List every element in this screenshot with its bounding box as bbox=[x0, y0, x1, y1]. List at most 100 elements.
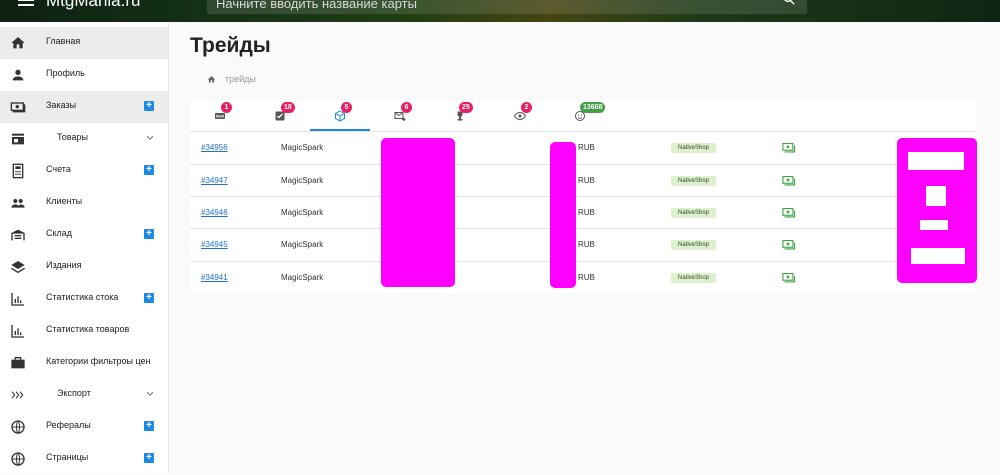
add-order-button[interactable]: + bbox=[144, 101, 154, 111]
tab-new[interactable]: NEW 1 bbox=[190, 100, 250, 131]
sidebar-item-orders[interactable]: Заказы + bbox=[0, 91, 168, 123]
sidebar-item-label: Экспорт bbox=[57, 388, 91, 398]
sidebar-item-product-stats[interactable]: Статистика товаров bbox=[0, 315, 168, 347]
sidebar: Главная Профиль Заказы + Товары Счета + … bbox=[0, 22, 169, 473]
sidebar-item-warehouse[interactable]: Склад + bbox=[0, 219, 168, 251]
redaction-block bbox=[550, 142, 576, 288]
brand-title[interactable]: MtgMania.ru bbox=[46, 0, 140, 11]
people-icon bbox=[11, 199, 25, 208]
chart-icon bbox=[11, 293, 24, 306]
sidebar-item-clients[interactable]: Клиенты bbox=[0, 187, 168, 219]
menu-icon[interactable] bbox=[18, 0, 34, 8]
currency: RUB bbox=[578, 208, 595, 217]
sidebar-item-label: Рефералы bbox=[46, 420, 91, 430]
chevron-down-icon[interactable] bbox=[145, 389, 155, 399]
search-icon[interactable] bbox=[782, 0, 796, 6]
sidebar-item-label: Склад bbox=[46, 228, 73, 238]
sidebar-item-pages[interactable]: Страницы + bbox=[0, 443, 168, 475]
sidebar-item-label: Статистика стока bbox=[46, 292, 119, 302]
shop-badge: NativeShop bbox=[671, 143, 717, 153]
sidebar-item-home[interactable]: Главная bbox=[0, 27, 168, 59]
globe-icon bbox=[11, 420, 25, 434]
tab-badge: 5 bbox=[341, 102, 352, 113]
redaction-gap bbox=[920, 220, 948, 230]
warehouse-icon bbox=[11, 229, 25, 241]
sidebar-item-label: Страницы bbox=[46, 452, 89, 462]
currency: RUB bbox=[578, 176, 595, 185]
money-icon bbox=[10, 102, 26, 113]
client-name: MagicSpark bbox=[281, 208, 324, 217]
tab-trophy[interactable]: 25 bbox=[430, 100, 490, 131]
tab-checked[interactable]: 18 bbox=[250, 100, 310, 131]
sidebar-item-profile[interactable]: Профиль bbox=[0, 59, 168, 91]
add-warehouse-button[interactable]: + bbox=[144, 229, 154, 239]
sidebar-item-invoices[interactable]: Счета + bbox=[0, 155, 168, 187]
add-referral-button[interactable]: + bbox=[144, 421, 154, 431]
table-row: #34956 MagicSpark RUB NativeShop bbox=[190, 131, 976, 164]
tab-completed[interactable]: 13668 bbox=[550, 100, 610, 131]
chevron-down-icon[interactable] bbox=[145, 133, 155, 143]
table-row: #34947 MagicSpark RUB NativeShop bbox=[190, 164, 976, 197]
sidebar-item-price-filter-categories[interactable]: Категории фильтроы цен bbox=[0, 347, 168, 379]
tab-badge: 1 bbox=[221, 102, 232, 113]
add-page-button[interactable]: + bbox=[144, 453, 154, 463]
sidebar-item-label: Клиенты bbox=[46, 196, 83, 206]
trade-id-link[interactable]: #34945 bbox=[201, 240, 228, 249]
store-icon bbox=[12, 133, 24, 145]
chart-icon bbox=[11, 325, 24, 338]
home-icon[interactable] bbox=[207, 75, 216, 84]
client-name: MagicSpark bbox=[281, 176, 324, 185]
search-bar[interactable] bbox=[207, 0, 807, 14]
client-name: MagicSpark bbox=[281, 240, 324, 249]
breadcrumb-current: трейды bbox=[225, 74, 256, 84]
home-icon bbox=[11, 37, 25, 49]
currency: RUB bbox=[578, 143, 595, 152]
add-invoice-button[interactable]: + bbox=[144, 165, 154, 175]
sidebar-item-label: Статистика товаров bbox=[46, 324, 130, 334]
trade-id-link[interactable]: #34947 bbox=[201, 176, 228, 185]
shop-badge: NativeShop bbox=[671, 273, 717, 283]
money-icon[interactable] bbox=[782, 273, 796, 283]
tab-viewed[interactable]: 2 bbox=[490, 100, 550, 131]
tab-badge: 18 bbox=[281, 102, 295, 113]
money-icon[interactable] bbox=[782, 240, 796, 250]
sidebar-item-label: Счета bbox=[46, 164, 71, 174]
redaction-block bbox=[381, 138, 455, 287]
sidebar-item-editions[interactable]: Издания bbox=[0, 251, 168, 283]
trade-id-link[interactable]: #34941 bbox=[201, 273, 228, 282]
top-app-bar: MtgMania.ru bbox=[0, 0, 1000, 22]
globe-icon bbox=[11, 452, 25, 466]
table-row: #34946 MagicSpark RUB NativeShop bbox=[190, 196, 976, 229]
sidebar-item-label: Заказы bbox=[46, 100, 77, 110]
sidebar-item-products[interactable]: Товары bbox=[0, 123, 168, 155]
sidebar-item-label: Категории фильтроы цен bbox=[46, 356, 151, 366]
sidebar-item-referrals[interactable]: Рефералы + bbox=[0, 411, 168, 443]
layers-icon bbox=[10, 261, 26, 274]
tab-packages[interactable]: 5 bbox=[310, 100, 370, 131]
tab-badge: 13668 bbox=[580, 102, 606, 113]
svg-text:NEW: NEW bbox=[216, 115, 225, 119]
sidebar-item-stock-stats[interactable]: Статистика стока + bbox=[0, 283, 168, 315]
sidebar-item-export[interactable]: Экспорт bbox=[0, 379, 168, 411]
chevrons-right-icon bbox=[11, 391, 24, 399]
add-stock-stats-button[interactable]: + bbox=[144, 293, 154, 303]
money-icon[interactable] bbox=[782, 208, 796, 218]
money-icon[interactable] bbox=[782, 176, 796, 186]
trade-id-link[interactable]: #34946 bbox=[201, 208, 228, 217]
shop-badge: NativeShop bbox=[671, 208, 717, 218]
trade-id-link[interactable]: #34956 bbox=[201, 143, 228, 152]
currency: RUB bbox=[578, 273, 595, 282]
client-name: MagicSpark bbox=[281, 143, 324, 152]
calculator-icon bbox=[12, 163, 24, 179]
currency: RUB bbox=[578, 240, 595, 249]
money-icon[interactable] bbox=[782, 143, 796, 153]
sidebar-item-label: Товары bbox=[57, 132, 88, 142]
page-title: Трейды bbox=[190, 34, 271, 57]
table-row: #34945 MagicSpark RUB NativeShop bbox=[190, 228, 976, 261]
trades-card: NEW 1 18 5 6 25 2 13668 #34956 MagicSpar… bbox=[190, 100, 977, 293]
sidebar-item-label: Профиль bbox=[46, 68, 85, 78]
search-input[interactable] bbox=[216, 0, 756, 14]
client-name: MagicSpark bbox=[281, 273, 324, 282]
sidebar-item-label: Главная bbox=[46, 36, 81, 46]
tab-forwarded[interactable]: 6 bbox=[370, 100, 430, 131]
